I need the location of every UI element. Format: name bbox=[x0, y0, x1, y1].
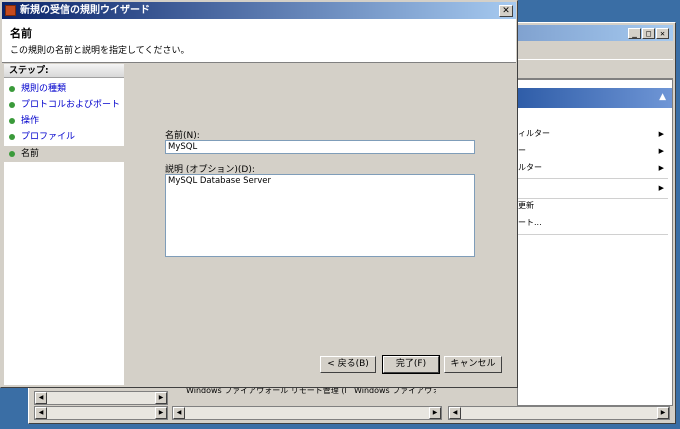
step-bullet-icon bbox=[9, 151, 15, 157]
action-label: 更新 bbox=[518, 201, 534, 210]
actions-pane: ▲ ィルター ▶ ー ▶ ルター ▶ ▶ 更新 ート... bbox=[517, 79, 673, 406]
minimize-button[interactable]: _ bbox=[628, 28, 641, 39]
steps-pane: ステップ: 規則の種類 プロトコルおよびポート 操作 プロファイル 名前 bbox=[4, 64, 124, 385]
submenu-arrow-icon: ▶ bbox=[658, 147, 664, 155]
action-item[interactable]: ート... bbox=[518, 215, 672, 231]
close-icon: ✕ bbox=[502, 6, 510, 16]
action-label: ート... bbox=[518, 218, 542, 227]
name-input[interactable]: MySQL bbox=[165, 140, 475, 154]
scroll-left-icon[interactable]: ◀ bbox=[173, 407, 185, 419]
step-action[interactable]: 操作 bbox=[4, 113, 124, 129]
wizard-titlebar[interactable]: 新規の受信の規則ウイザード ✕ bbox=[2, 2, 516, 19]
step-label: 操作 bbox=[21, 116, 40, 126]
close-button[interactable]: ✕ bbox=[656, 28, 669, 39]
divider bbox=[518, 234, 668, 235]
step-bullet-icon bbox=[9, 102, 15, 108]
action-label: ルター bbox=[518, 163, 542, 172]
back-button[interactable]: < 戻る(B) bbox=[320, 356, 376, 373]
scroll-left-icon[interactable]: ◀ bbox=[449, 407, 461, 419]
wizard-header: 名前 この規則の名前と説明を指定してください。 bbox=[2, 19, 516, 63]
cancel-button[interactable]: キャンセル bbox=[444, 356, 502, 373]
horizontal-scrollbar[interactable]: ◀ ▶ bbox=[34, 406, 168, 420]
maximize-button[interactable]: □ bbox=[642, 28, 655, 39]
close-button[interactable]: ✕ bbox=[499, 5, 513, 17]
steps-header: ステップ: bbox=[4, 64, 124, 78]
description-input[interactable]: MySQL Database Server bbox=[165, 174, 475, 257]
divider bbox=[518, 178, 668, 179]
step-bullet-icon bbox=[9, 134, 15, 140]
page-subtitle: この規則の名前と説明を指定してください。 bbox=[10, 46, 190, 56]
wizard-title: 新規の受信の規則ウイザード bbox=[20, 5, 150, 16]
step-rule-type[interactable]: 規則の種類 bbox=[4, 81, 124, 97]
page-title: 名前 bbox=[10, 27, 32, 40]
step-bullet-icon bbox=[9, 118, 15, 124]
step-protocol-ports[interactable]: プロトコルおよびポート bbox=[4, 97, 124, 113]
step-bullet-icon bbox=[9, 86, 15, 92]
scroll-right-icon[interactable]: ▶ bbox=[429, 407, 441, 419]
action-item[interactable]: ▶ bbox=[518, 180, 672, 196]
step-name[interactable]: 名前 bbox=[4, 146, 124, 162]
step-label: 規則の種類 bbox=[21, 84, 67, 94]
actions-pane-header[interactable]: ▲ bbox=[518, 88, 672, 108]
scroll-right-icon[interactable]: ▶ bbox=[155, 392, 167, 404]
action-item[interactable]: ー ▶ bbox=[518, 143, 672, 159]
action-label: ー bbox=[518, 146, 526, 155]
step-label: 名前 bbox=[21, 149, 40, 159]
horizontal-scrollbar[interactable]: ◀ ▶ bbox=[34, 391, 168, 405]
collapse-icon[interactable]: ▲ bbox=[659, 92, 666, 102]
step-label: プロファイル bbox=[21, 132, 76, 142]
finish-button[interactable]: 完了(F) bbox=[382, 355, 440, 374]
new-inbound-rule-wizard: 新規の受信の規則ウイザード ✕ 名前 この規則の名前と説明を指定してください。 … bbox=[0, 0, 518, 388]
background-window-controls: _ □ ✕ bbox=[628, 28, 669, 39]
action-item[interactable]: 更新 bbox=[518, 198, 672, 214]
scroll-left-icon[interactable]: ◀ bbox=[35, 407, 47, 419]
action-item[interactable]: ィルター ▶ bbox=[518, 126, 672, 142]
submenu-arrow-icon: ▶ bbox=[658, 164, 664, 172]
submenu-arrow-icon: ▶ bbox=[658, 184, 664, 192]
firewall-icon bbox=[5, 5, 16, 16]
action-item[interactable]: ルター ▶ bbox=[518, 160, 672, 176]
wizard-content: 名前(N): MySQL 説明 (オプション)(D): MySQL Databa… bbox=[125, 64, 516, 385]
scroll-right-icon[interactable]: ▶ bbox=[657, 407, 669, 419]
submenu-arrow-icon: ▶ bbox=[658, 130, 664, 138]
step-label: プロトコルおよびポート bbox=[21, 100, 121, 110]
scroll-left-icon[interactable]: ◀ bbox=[35, 392, 47, 404]
horizontal-scrollbar[interactable]: ◀ ▶ bbox=[448, 406, 670, 420]
step-profile[interactable]: プロファイル bbox=[4, 129, 124, 145]
horizontal-scrollbar[interactable]: ◀ ▶ bbox=[172, 406, 442, 420]
action-label: ィルター bbox=[518, 129, 550, 138]
scroll-right-icon[interactable]: ▶ bbox=[155, 407, 167, 419]
